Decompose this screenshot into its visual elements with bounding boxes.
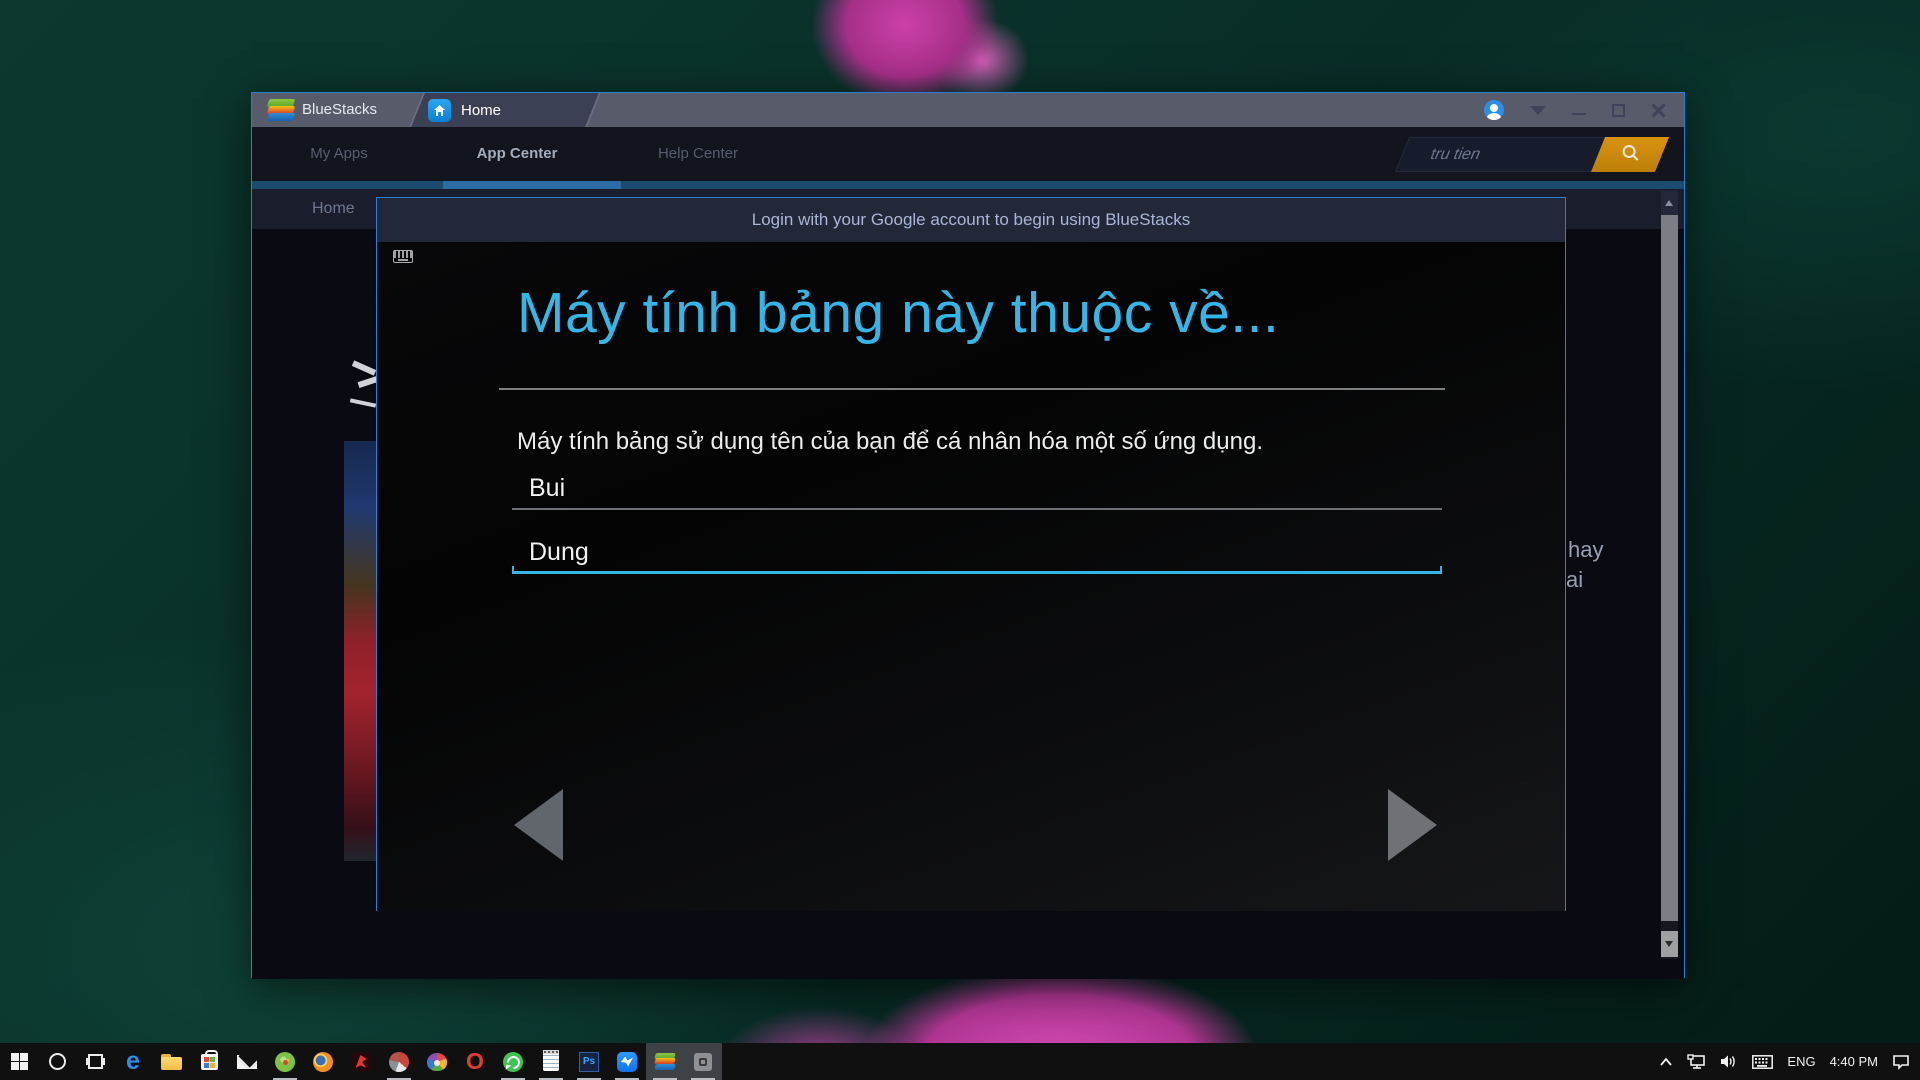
scrollbar-down-arrow[interactable] [1661, 931, 1678, 957]
touch-keyboard-icon[interactable] [1752, 1055, 1773, 1069]
windows-taskbar: e O Ps ENG [0, 1043, 1920, 1080]
close-button[interactable] [1651, 103, 1666, 118]
edge-icon: e [126, 1049, 140, 1074]
taskbar-photoshop[interactable]: Ps [570, 1043, 608, 1080]
app-brand: BlueStacks [302, 93, 377, 127]
scrollbar-thumb[interactable] [1661, 215, 1678, 921]
mail-icon [237, 1055, 257, 1069]
tray-chevron-up-icon[interactable] [1659, 1057, 1673, 1067]
minimize-button[interactable] [1572, 113, 1586, 115]
home-tab-label: Home [461, 102, 501, 119]
last-name-input[interactable] [529, 538, 1419, 567]
taskbar-screen-recorder[interactable] [684, 1043, 722, 1080]
taskbar-messenger[interactable] [608, 1043, 646, 1080]
opera-icon: O [466, 1050, 484, 1073]
home-icon [428, 99, 451, 122]
nav-app-center[interactable]: App Center [477, 127, 558, 181]
background-text-fragment: hay [1568, 537, 1603, 563]
next-arrow-button[interactable] [1388, 789, 1437, 861]
nav-my-apps[interactable]: My Apps [310, 127, 368, 181]
network-icon[interactable] [1687, 1054, 1706, 1070]
whatsapp-icon [503, 1052, 523, 1072]
messenger-icon [617, 1052, 637, 1072]
coc-coc-icon [275, 1052, 295, 1072]
file-explorer-icon [161, 1054, 182, 1070]
taskbar-opera[interactable]: O [456, 1043, 494, 1080]
nav-help-center[interactable]: Help Center [658, 127, 738, 181]
taskbar-bluestacks[interactable] [646, 1043, 684, 1080]
home-tab[interactable]: Home [428, 93, 501, 127]
menu-caret-icon[interactable] [1530, 106, 1546, 115]
last-name-field-underline [512, 536, 1442, 574]
windows-logo-icon [11, 1053, 28, 1070]
nav-underline-strip [252, 181, 1684, 189]
google-login-modal: Login with your Google account to begin … [376, 197, 1566, 911]
bluestacks-icon [655, 1053, 675, 1071]
game-poster-fragment [344, 441, 376, 861]
language-indicator[interactable]: ENG [1787, 1054, 1815, 1069]
cortana-search-button[interactable] [38, 1043, 76, 1080]
maximize-button[interactable] [1612, 104, 1625, 117]
paint-icon [427, 1053, 447, 1071]
taskbar-file-explorer[interactable] [152, 1043, 190, 1080]
account-icon[interactable] [1484, 100, 1504, 120]
first-name-field-underline [512, 472, 1442, 510]
game-logo-fragment [348, 357, 378, 427]
notepad-icon [543, 1052, 559, 1071]
taskbar-paint[interactable] [418, 1043, 456, 1080]
android-setup-screen: Máy tính bảng này thuộc về... Máy tính b… [377, 242, 1565, 911]
start-button[interactable] [0, 1043, 38, 1080]
modal-header-text: Login with your Google account to begin … [377, 198, 1565, 242]
taskbar-coc-coc[interactable] [266, 1043, 304, 1080]
search-bar [1402, 137, 1662, 172]
screen-recorder-icon [694, 1053, 712, 1071]
setup-title: Máy tính bảng này thuộc về... [517, 280, 1497, 346]
scrollbar [1661, 191, 1678, 959]
setup-description: Máy tính bảng sử dụng tên của bạn để cá … [517, 428, 1263, 456]
task-view-button[interactable] [76, 1043, 114, 1080]
bluestacks-logo-icon [268, 99, 294, 121]
garena-icon [352, 1052, 371, 1071]
scrollbar-up-arrow[interactable] [1661, 191, 1678, 215]
title-divider [499, 388, 1445, 390]
window-controls [1484, 93, 1666, 127]
nav-active-indicator [443, 181, 621, 189]
search-button[interactable] [1591, 137, 1669, 172]
taskbar-whatsapp[interactable] [494, 1043, 532, 1080]
taskbar-store[interactable] [190, 1043, 228, 1080]
taskbar-pie-app[interactable] [380, 1043, 418, 1080]
taskbar-garena[interactable] [342, 1043, 380, 1080]
navbar: My Apps App Center Help Center [252, 127, 1684, 181]
cortana-icon [49, 1053, 66, 1070]
search-icon [1621, 143, 1641, 163]
firefox-icon [313, 1052, 333, 1072]
clock[interactable]: 4:40 PM [1830, 1054, 1878, 1069]
breadcrumb-home[interactable]: Home [312, 189, 355, 229]
search-input[interactable] [1395, 137, 1609, 172]
pie-app-icon [389, 1052, 409, 1072]
taskbar-notepad[interactable] [532, 1043, 570, 1080]
task-view-icon [88, 1054, 103, 1069]
microsoft-store-icon [201, 1054, 218, 1070]
photoshop-icon: Ps [579, 1052, 599, 1072]
bluestacks-window: BlueStacks Home My Apps App Center Help … [251, 92, 1685, 978]
previous-arrow-button[interactable] [514, 789, 563, 861]
action-center-icon[interactable] [1892, 1054, 1910, 1070]
system-tray: ENG 4:40 PM [1659, 1043, 1920, 1080]
titlebar: BlueStacks Home [252, 93, 1684, 127]
taskbar-mail[interactable] [228, 1043, 266, 1080]
taskbar-edge[interactable]: e [114, 1043, 152, 1080]
first-name-input[interactable] [529, 474, 1419, 503]
background-text-fragment: ai [1566, 567, 1583, 593]
keyboard-icon[interactable] [393, 250, 413, 263]
taskbar-firefox[interactable] [304, 1043, 342, 1080]
volume-icon[interactable] [1720, 1054, 1738, 1069]
